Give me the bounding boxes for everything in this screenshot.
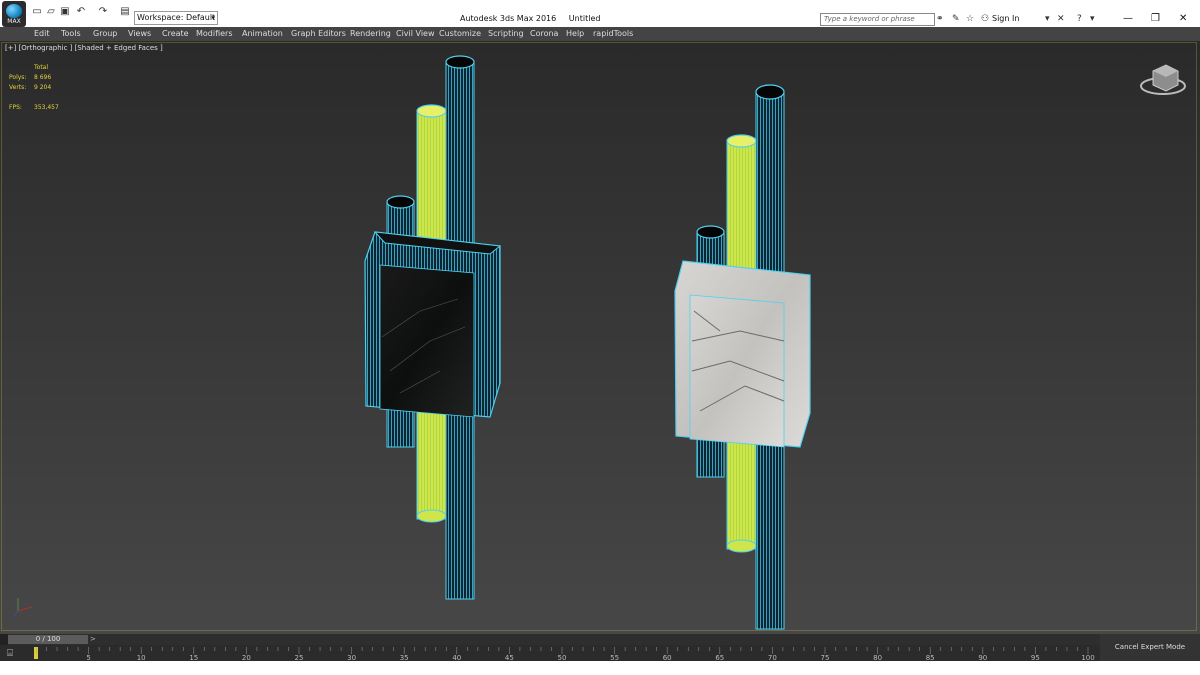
communication-center-icon[interactable]: ✎ xyxy=(952,14,960,24)
window-title: Autodesk 3ds Max 2016 Untitled xyxy=(460,14,610,23)
menu-customize[interactable]: Customize xyxy=(439,29,481,39)
light-tube-left-top xyxy=(416,104,447,118)
workspace-dropdown[interactable]: Workspace: Default ▾ xyxy=(134,11,218,25)
help-dropdown-icon[interactable]: ▾ xyxy=(1090,14,1095,24)
short-rod-right-top xyxy=(696,225,725,239)
save-file-icon[interactable]: ▣ xyxy=(60,7,70,17)
app-menu-button[interactable]: MAX xyxy=(2,1,26,27)
search-input[interactable]: Type a keyword or phrase xyxy=(820,13,935,26)
status-bar xyxy=(0,661,1200,675)
sconce-black-marble[interactable] xyxy=(364,55,502,600)
workspace-label: Workspace: Default xyxy=(137,13,216,22)
signin-dropdown-icon[interactable]: ▾ xyxy=(1045,14,1050,24)
menu-civil-view[interactable]: Civil View xyxy=(396,29,435,39)
menu-scripting[interactable]: Scripting xyxy=(488,29,524,39)
menu-modifiers[interactable]: Modifiers xyxy=(196,29,233,39)
menu-rapidtools[interactable]: rapidTools xyxy=(593,29,633,39)
undo-icon[interactable]: ↶ xyxy=(76,7,86,17)
close-icon[interactable]: ✕ xyxy=(1179,13,1187,24)
menu-rendering[interactable]: Rendering xyxy=(350,29,391,39)
time-slider-thumb[interactable]: 0 / 100 xyxy=(8,635,88,644)
document-name: Untitled xyxy=(568,14,601,23)
exchange-apps-icon[interactable]: ✕ xyxy=(1057,14,1065,24)
tall-rod-right-top xyxy=(755,84,785,100)
app-name: Autodesk 3ds Max 2016 xyxy=(460,14,557,23)
restore-icon[interactable]: ❐ xyxy=(1151,13,1160,24)
redo-icon[interactable]: ↷ xyxy=(98,7,108,17)
menu-bar: Edit Tools Group Views Create Modifiers … xyxy=(0,27,1200,41)
cancel-expert-mode-button[interactable]: Cancel Expert Mode xyxy=(1100,634,1200,661)
tall-rod-left-top xyxy=(445,55,475,69)
axis-tripod-icon xyxy=(13,598,33,617)
new-file-icon[interactable]: ▭ xyxy=(32,7,42,17)
favorites-star-icon[interactable]: ☆ xyxy=(966,14,974,24)
sign-in-button[interactable]: Sign In xyxy=(992,14,1019,23)
menu-corona[interactable]: Corona xyxy=(530,29,558,39)
light-tube-right-bottom xyxy=(726,539,757,553)
menu-create[interactable]: Create xyxy=(162,29,189,39)
chevron-down-icon: ▾ xyxy=(211,14,215,22)
light-tube-left-bottom xyxy=(416,509,447,523)
app-logo-text: MAX xyxy=(7,18,21,25)
app-logo-icon xyxy=(6,4,22,18)
sconce-white-marble[interactable] xyxy=(674,84,811,630)
project-folder-icon[interactable]: ▤ xyxy=(120,7,130,17)
black-marble-panel xyxy=(379,264,475,418)
menu-views[interactable]: Views xyxy=(128,29,151,39)
track-bar[interactable]: ⌸ 5 10 15 20 25 30 35 40 45 50 55 60 65 70 75 80 85 90 95 1… xyxy=(0,645,1100,662)
help-icon[interactable]: ? xyxy=(1077,14,1082,24)
menu-edit[interactable]: Edit xyxy=(34,29,50,39)
scene-canvas xyxy=(13,55,1186,630)
viewcube-icon[interactable] xyxy=(1140,64,1186,95)
title-bar: MAX ▭ ▱ ▣ ↶ ↷ ▤ Workspace: Default ▾ Aut… xyxy=(0,0,1200,27)
short-rod-left-top xyxy=(386,195,415,209)
perspective-viewport[interactable]: [+] [Orthographic ] [Shaded + Edged Face… xyxy=(0,41,1200,634)
user-icon[interactable]: ⚇ xyxy=(981,14,989,24)
light-tube-right-top xyxy=(726,134,757,148)
menu-animation[interactable]: Animation xyxy=(242,29,283,39)
next-frame-arrow[interactable]: > xyxy=(90,635,96,643)
menu-group[interactable]: Group xyxy=(93,29,117,39)
time-slider-left-cap xyxy=(0,634,8,645)
menu-tools[interactable]: Tools xyxy=(61,29,81,39)
mini-curve-editor-icon[interactable]: ⌸ xyxy=(7,648,13,659)
menu-graph-editors[interactable]: Graph Editors xyxy=(291,29,346,39)
minimize-icon[interactable]: — xyxy=(1123,13,1133,24)
binoculars-icon[interactable]: ⚭ xyxy=(936,14,944,24)
white-marble-panel xyxy=(689,294,785,448)
menu-help[interactable]: Help xyxy=(566,29,584,39)
open-file-icon[interactable]: ▱ xyxy=(46,7,56,17)
time-slider[interactable]: 0 / 100 > xyxy=(0,634,1200,645)
